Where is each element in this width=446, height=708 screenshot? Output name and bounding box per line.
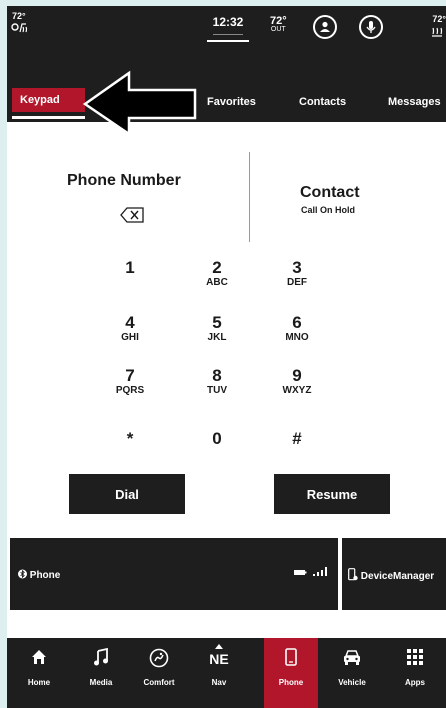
key-digit: 9 xyxy=(292,366,302,385)
tab-messages[interactable]: Messages xyxy=(388,96,441,108)
key-letters: GHI xyxy=(121,332,139,343)
key-7[interactable]: 7 PQRS xyxy=(100,367,160,397)
nav-label: Comfort xyxy=(143,678,175,687)
nav-phone[interactable]: Phone xyxy=(264,638,318,708)
tab-keypad-underline xyxy=(12,116,85,119)
phone-icon xyxy=(264,648,318,670)
key-letters: MNO xyxy=(285,332,309,343)
key-9[interactable]: 9 WXYZ xyxy=(267,367,327,397)
outside-temp-value: 72° xyxy=(270,15,287,27)
nav-media[interactable]: Media xyxy=(74,638,128,708)
nav-label: Home xyxy=(27,678,51,687)
tab-contacts[interactable]: Contacts xyxy=(299,96,346,108)
tab-keypad[interactable]: Keypad xyxy=(12,88,85,112)
dial-button[interactable]: Dial xyxy=(69,474,185,514)
key-digit: 5 xyxy=(212,313,222,332)
phone-number-display: Phone Number xyxy=(67,172,181,189)
seat-heat-icon[interactable] xyxy=(11,21,31,36)
home-icon xyxy=(12,648,66,670)
key-digit: # xyxy=(292,429,302,448)
battery-signal-icon xyxy=(294,567,328,580)
key-letters: TUV xyxy=(207,385,227,396)
key-5[interactable]: 5 JKL xyxy=(187,314,247,344)
nav-label: Phone xyxy=(278,678,304,687)
clock-underline xyxy=(207,40,249,42)
key-0[interactable]: 0 xyxy=(187,430,247,448)
nav-vehicle[interactable]: Vehicle xyxy=(325,638,379,708)
compass-heading: NE xyxy=(209,651,229,667)
uconnect-screen: 72° 12:32 72° OUT 72° Keypad Favorites C… xyxy=(7,6,446,708)
key-6[interactable]: 6 MNO xyxy=(267,314,327,344)
backspace-icon[interactable] xyxy=(120,207,144,228)
clock: 12:32 xyxy=(212,15,244,29)
key-3[interactable]: 3 DEF xyxy=(267,259,327,289)
tab-favorites[interactable]: Favorites xyxy=(207,96,256,108)
key-8[interactable]: 8 TUV xyxy=(187,367,247,397)
device-manager-label: DeviceManager xyxy=(360,571,435,582)
connected-device-bar[interactable]: Phone xyxy=(10,538,338,610)
resume-button[interactable]: Resume xyxy=(274,474,390,514)
driver-temp[interactable]: 72° xyxy=(12,11,26,21)
key-hash[interactable]: # xyxy=(267,430,327,448)
key-digit: 4 xyxy=(125,313,135,332)
car-icon xyxy=(325,648,379,670)
nav-home[interactable]: Home xyxy=(12,638,66,708)
apps-grid-icon xyxy=(388,648,442,670)
comfort-icon xyxy=(132,648,186,670)
key-letters: PQRS xyxy=(115,385,145,396)
pointer-arrow-icon xyxy=(82,70,197,136)
key-digit: * xyxy=(126,429,134,448)
key-letters: WXYZ xyxy=(282,385,312,396)
device-manager-icon xyxy=(348,568,361,582)
key-2[interactable]: 2 ABC xyxy=(187,259,247,289)
key-digit: 0 xyxy=(212,429,222,448)
key-letters: DEF xyxy=(287,277,307,288)
outside-temp-label: OUT xyxy=(270,26,286,33)
device-manager-button[interactable]: DeviceManager xyxy=(342,538,446,610)
nav-navigation[interactable]: NE Nav xyxy=(192,638,246,708)
device-phone: Phone xyxy=(18,569,60,581)
bluetooth-icon xyxy=(18,569,30,581)
rear-defrost-icon[interactable] xyxy=(430,26,444,41)
contact-button[interactable]: Contact xyxy=(300,184,360,202)
key-letters: JKL xyxy=(207,332,227,343)
key-letters: ABC xyxy=(206,277,228,288)
bottom-nav: Home Media Comfort NE Nav Phone Vehicle … xyxy=(7,638,446,708)
key-digit: 6 xyxy=(292,313,302,332)
display-divider xyxy=(249,152,250,242)
key-digit: 7 xyxy=(125,366,135,385)
contact-status: Call On Hold xyxy=(301,205,355,215)
nav-label: Media xyxy=(89,678,113,687)
microphone-icon[interactable] xyxy=(359,15,383,39)
key-digit: 3 xyxy=(292,258,302,277)
nav-label: Apps xyxy=(405,678,425,687)
key-star[interactable]: * xyxy=(100,430,160,448)
nav-apps[interactable]: Apps xyxy=(388,638,442,708)
nav-comfort[interactable]: Comfort xyxy=(132,638,186,708)
nav-label: Vehicle xyxy=(338,678,366,687)
passenger-temp[interactable]: 72° xyxy=(432,14,446,24)
key-digit: 1 xyxy=(125,258,135,277)
key-4[interactable]: 4 GHI xyxy=(100,314,160,344)
clock-divider xyxy=(213,34,243,35)
outside-temp: 72° OUT xyxy=(270,15,287,34)
device-phone-label: Phone xyxy=(29,570,61,581)
status-bar: 72° 12:32 72° OUT 72° xyxy=(7,6,446,56)
music-icon xyxy=(74,647,128,670)
key-1[interactable]: 1 xyxy=(100,259,160,277)
key-digit: 2 xyxy=(212,258,222,277)
key-digit: 8 xyxy=(212,366,222,385)
compass-icon: NE xyxy=(192,644,246,670)
nav-label: Nav xyxy=(211,678,227,687)
profile-icon[interactable] xyxy=(313,15,337,39)
phone-tab-bar: Keypad Favorites Contacts Messages xyxy=(7,56,446,136)
